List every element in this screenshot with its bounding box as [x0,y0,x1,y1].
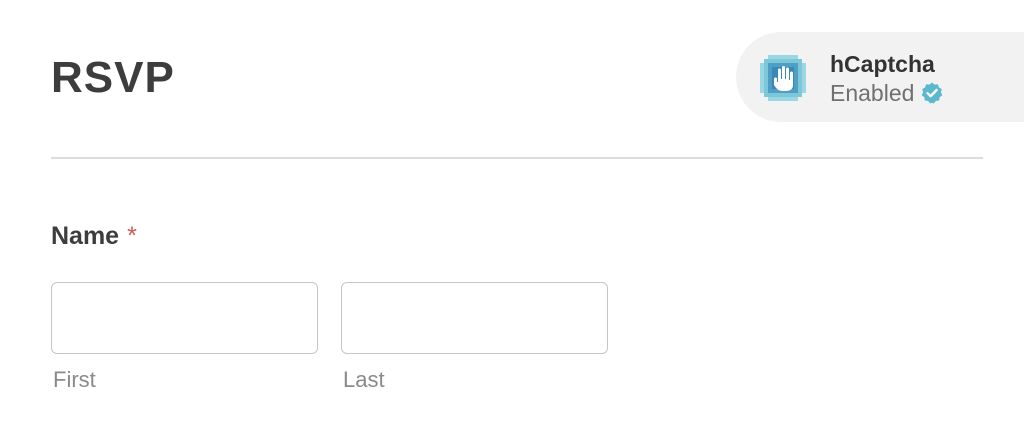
hcaptcha-status: Enabled [830,80,915,106]
first-name-sublabel: First [53,367,96,392]
header-divider [51,157,983,159]
first-name-input[interactable] [51,282,318,354]
form-title: RSVP [51,53,175,102]
verified-check-icon [922,82,943,104]
last-name-input[interactable] [341,282,608,354]
name-label-text: Name [51,222,120,250]
hcaptcha-status-row: Enabled [830,79,944,107]
hcaptcha-name: hCaptcha [830,51,935,77]
required-asterisk: * [127,222,137,250]
hcaptcha-badge: hCaptcha Enabled [736,32,1024,122]
form-page: RSVP hCaptcha Enabled Name * First Last [0,0,1024,436]
name-field-label: Name * [51,220,137,252]
hcaptcha-hand-logo-icon [760,55,806,101]
last-name-sublabel: Last [343,367,385,392]
